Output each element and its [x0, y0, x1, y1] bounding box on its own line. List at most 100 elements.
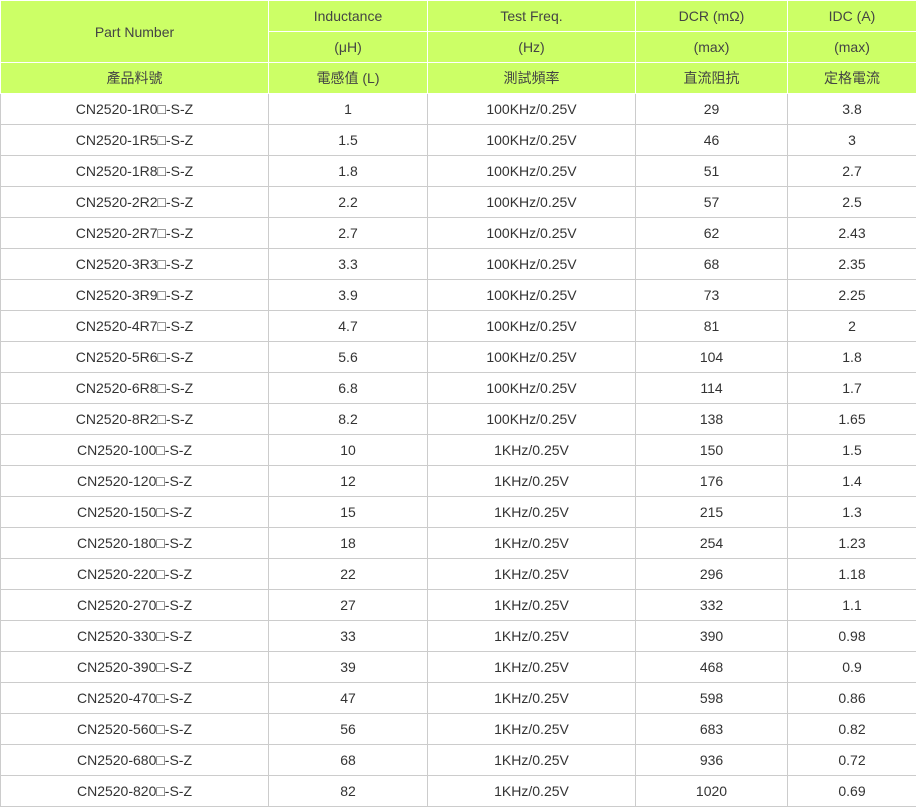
cell-test-freq: 100KHz/0.25V: [428, 218, 636, 249]
table-row: CN2520-470□-S-Z471KHz/0.25V5980.86: [1, 683, 916, 714]
cell-part-number: CN2520-560□-S-Z: [1, 714, 269, 745]
cell-idc: 2.5: [788, 187, 916, 218]
col-dcr-zh: 直流阻抗: [636, 63, 788, 94]
cell-part-number: CN2520-1R8□-S-Z: [1, 156, 269, 187]
cell-inductance: 4.7: [269, 311, 428, 342]
cell-idc: 0.98: [788, 621, 916, 652]
cell-test-freq: 100KHz/0.25V: [428, 125, 636, 156]
cell-inductance: 18: [269, 528, 428, 559]
cell-idc: 2: [788, 311, 916, 342]
cell-idc: 1.18: [788, 559, 916, 590]
cell-dcr: 51: [636, 156, 788, 187]
cell-inductance: 1: [269, 94, 428, 125]
table-row: CN2520-5R6□-S-Z5.6100KHz/0.25V1041.8: [1, 342, 916, 373]
cell-inductance: 3.9: [269, 280, 428, 311]
cell-idc: 1.8: [788, 342, 916, 373]
table-row: CN2520-1R5□-S-Z1.5100KHz/0.25V463: [1, 125, 916, 156]
cell-inductance: 5.6: [269, 342, 428, 373]
table-row: CN2520-100□-S-Z101KHz/0.25V1501.5: [1, 435, 916, 466]
cell-part-number: CN2520-3R9□-S-Z: [1, 280, 269, 311]
cell-inductance: 39: [269, 652, 428, 683]
cell-dcr: 598: [636, 683, 788, 714]
cell-test-freq: 1KHz/0.25V: [428, 745, 636, 776]
col-test-freq-zh: 測試頻率: [428, 63, 636, 94]
cell-part-number: CN2520-4R7□-S-Z: [1, 311, 269, 342]
cell-inductance: 3.3: [269, 249, 428, 280]
cell-dcr: 138: [636, 404, 788, 435]
cell-dcr: 390: [636, 621, 788, 652]
cell-idc: 3.8: [788, 94, 916, 125]
cell-test-freq: 1KHz/0.25V: [428, 621, 636, 652]
cell-idc: 1.23: [788, 528, 916, 559]
table-row: CN2520-120□-S-Z121KHz/0.25V1761.4: [1, 466, 916, 497]
cell-dcr: 150: [636, 435, 788, 466]
table-row: CN2520-180□-S-Z181KHz/0.25V2541.23: [1, 528, 916, 559]
cell-idc: 0.69: [788, 776, 916, 807]
col-inductance-zh: 電感值 (L): [269, 63, 428, 94]
cell-test-freq: 100KHz/0.25V: [428, 280, 636, 311]
cell-test-freq: 1KHz/0.25V: [428, 435, 636, 466]
cell-part-number: CN2520-6R8□-S-Z: [1, 373, 269, 404]
cell-test-freq: 100KHz/0.25V: [428, 187, 636, 218]
cell-dcr: 296: [636, 559, 788, 590]
cell-test-freq: 100KHz/0.25V: [428, 342, 636, 373]
cell-part-number: CN2520-680□-S-Z: [1, 745, 269, 776]
col-dcr: DCR (mΩ): [636, 1, 788, 32]
cell-dcr: 29: [636, 94, 788, 125]
col-part-number: Part Number: [1, 1, 269, 63]
cell-idc: 1.7: [788, 373, 916, 404]
cell-part-number: CN2520-1R5□-S-Z: [1, 125, 269, 156]
cell-part-number: CN2520-150□-S-Z: [1, 497, 269, 528]
cell-test-freq: 1KHz/0.25V: [428, 776, 636, 807]
col-idc: IDC (A): [788, 1, 916, 32]
cell-test-freq: 100KHz/0.25V: [428, 156, 636, 187]
cell-idc: 2.25: [788, 280, 916, 311]
cell-inductance: 47: [269, 683, 428, 714]
cell-test-freq: 100KHz/0.25V: [428, 311, 636, 342]
table-body: CN2520-1R0□-S-Z1100KHz/0.25V293.8CN2520-…: [1, 94, 916, 807]
cell-inductance: 6.8: [269, 373, 428, 404]
cell-part-number: CN2520-2R2□-S-Z: [1, 187, 269, 218]
col-test-freq-unit: (Hz): [428, 32, 636, 63]
cell-part-number: CN2520-470□-S-Z: [1, 683, 269, 714]
table-row: CN2520-680□-S-Z681KHz/0.25V9360.72: [1, 745, 916, 776]
cell-test-freq: 1KHz/0.25V: [428, 683, 636, 714]
cell-dcr: 81: [636, 311, 788, 342]
cell-part-number: CN2520-5R6□-S-Z: [1, 342, 269, 373]
cell-inductance: 27: [269, 590, 428, 621]
table-row: CN2520-390□-S-Z391KHz/0.25V4680.9: [1, 652, 916, 683]
cell-test-freq: 1KHz/0.25V: [428, 497, 636, 528]
cell-test-freq: 1KHz/0.25V: [428, 528, 636, 559]
cell-idc: 2.35: [788, 249, 916, 280]
cell-test-freq: 1KHz/0.25V: [428, 466, 636, 497]
cell-dcr: 57: [636, 187, 788, 218]
cell-dcr: 254: [636, 528, 788, 559]
cell-idc: 1.5: [788, 435, 916, 466]
col-inductance-unit: (μH): [269, 32, 428, 63]
cell-part-number: CN2520-2R7□-S-Z: [1, 218, 269, 249]
cell-dcr: 68: [636, 249, 788, 280]
cell-inductance: 8.2: [269, 404, 428, 435]
cell-inductance: 68: [269, 745, 428, 776]
cell-test-freq: 100KHz/0.25V: [428, 249, 636, 280]
cell-dcr: 468: [636, 652, 788, 683]
table-row: CN2520-820□-S-Z821KHz/0.25V10200.69: [1, 776, 916, 807]
cell-inductance: 33: [269, 621, 428, 652]
cell-idc: 1.4: [788, 466, 916, 497]
table-row: CN2520-150□-S-Z151KHz/0.25V2151.3: [1, 497, 916, 528]
table-row: CN2520-8R2□-S-Z8.2100KHz/0.25V1381.65: [1, 404, 916, 435]
table-row: CN2520-3R9□-S-Z3.9100KHz/0.25V732.25: [1, 280, 916, 311]
header-row-en: Part Number Inductance Test Freq. DCR (m…: [1, 1, 916, 32]
cell-dcr: 46: [636, 125, 788, 156]
cell-dcr: 215: [636, 497, 788, 528]
cell-inductance: 1.8: [269, 156, 428, 187]
table-row: CN2520-220□-S-Z221KHz/0.25V2961.18: [1, 559, 916, 590]
cell-inductance: 22: [269, 559, 428, 590]
cell-dcr: 683: [636, 714, 788, 745]
cell-idc: 0.72: [788, 745, 916, 776]
cell-part-number: CN2520-220□-S-Z: [1, 559, 269, 590]
cell-part-number: CN2520-180□-S-Z: [1, 528, 269, 559]
cell-test-freq: 1KHz/0.25V: [428, 559, 636, 590]
cell-dcr: 62: [636, 218, 788, 249]
cell-inductance: 2.2: [269, 187, 428, 218]
